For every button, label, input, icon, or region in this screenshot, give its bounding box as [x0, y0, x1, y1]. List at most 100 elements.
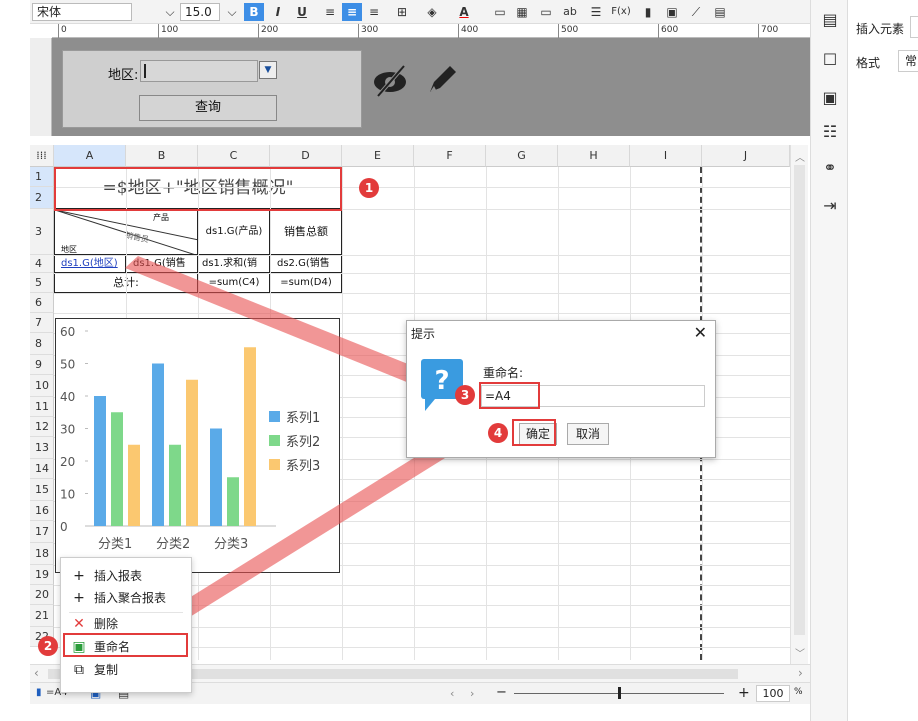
row-header-2[interactable]: 2 — [30, 187, 54, 209]
row-header-19[interactable]: 19 — [30, 565, 54, 585]
image-icon[interactable]: ▣ — [662, 3, 682, 21]
row-header-6[interactable]: 6 — [30, 293, 54, 313]
row-header-14[interactable]: 14 — [30, 459, 54, 479]
cell-a4[interactable]: ds1.G(地区) — [54, 255, 126, 273]
hyperlink-icon[interactable]: ⚭ — [820, 158, 840, 178]
col-header-j[interactable]: J — [702, 145, 790, 167]
scroll-up-icon[interactable]: ︿ — [795, 149, 805, 164]
chart-container[interactable]: 0 10 20 30 40 50 60 分类1 分类2 分类3 系列1 系列2 系列3 — [55, 318, 340, 573]
col-header-f[interactable]: F — [414, 145, 486, 167]
row-header-8[interactable]: 8 — [30, 333, 54, 355]
row-header-1[interactable]: 1 — [30, 167, 54, 187]
row-header-13[interactable]: 13 — [30, 437, 54, 459]
align-left-icon[interactable]: ≡ — [320, 3, 340, 21]
menu-item-insert-aggregate-report[interactable]: + 插入聚合报表 — [61, 588, 191, 609]
condition-icon[interactable]: ☷ — [820, 122, 840, 142]
scroll-down-icon[interactable]: ﹀ — [795, 645, 805, 660]
prev-page-icon[interactable]: ‹ — [450, 687, 454, 700]
row-header-16[interactable]: 16 — [30, 501, 54, 521]
chevron-down-icon[interactable]: ⌵ — [222, 3, 242, 21]
zoom-slider-thumb[interactable] — [618, 687, 621, 699]
cell-element-icon[interactable]: ▤ — [820, 10, 840, 30]
row-header-11[interactable]: 11 — [30, 397, 54, 417]
row-header-10[interactable]: 10 — [30, 375, 54, 397]
table-icon[interactable]: ▦ — [512, 3, 532, 21]
menu-item-delete[interactable]: ✕ 删除 — [61, 614, 191, 635]
select-all-corner[interactable]: ⁞⁞⁞ — [30, 145, 54, 167]
scroll-right-icon[interactable]: › — [798, 666, 803, 680]
cancel-button[interactable]: 取消 — [567, 423, 609, 445]
vertical-scrollbar[interactable]: ︿ ﹀ — [790, 145, 808, 664]
chevron-down-icon[interactable]: ⌵ — [160, 3, 180, 21]
col-header-i[interactable]: I — [630, 145, 702, 167]
legend-swatch — [269, 411, 280, 422]
col-header-h[interactable]: H — [558, 145, 630, 167]
cell-d5[interactable]: =sum(D4) — [270, 273, 342, 293]
row-header-9[interactable]: 9 — [30, 355, 54, 375]
menu-item-copy[interactable]: ⧉ 复制 — [61, 660, 191, 681]
close-icon[interactable]: ✕ — [694, 323, 707, 342]
vertical-scroll-thumb[interactable] — [794, 165, 805, 635]
col-header-c[interactable]: C — [198, 145, 270, 167]
cell-b4[interactable]: ds1.G(销售 — [126, 255, 198, 273]
format-select[interactable]: 常 — [898, 50, 918, 72]
row-header-4[interactable]: 4 — [30, 255, 54, 273]
align-center-icon[interactable]: ≡ — [342, 3, 362, 21]
row-header-18[interactable]: 18 — [30, 543, 54, 565]
cell-attribute-icon[interactable]: ☐ — [820, 50, 840, 70]
italic-button[interactable]: I — [268, 3, 288, 21]
list-icon[interactable]: ☰ — [586, 3, 606, 21]
export-icon[interactable]: ⇥ — [820, 196, 840, 216]
textbox-icon[interactable]: ▭ — [536, 3, 556, 21]
border-icon[interactable]: ⊞ — [392, 3, 412, 21]
zoom-out-icon[interactable]: − — [496, 685, 507, 700]
hide-eye-icon[interactable] — [370, 62, 410, 102]
area-combo-input[interactable] — [140, 60, 258, 82]
cell-c5[interactable]: =sum(C4) — [198, 273, 270, 293]
next-page-icon[interactable]: › — [470, 687, 474, 700]
bar-chart-icon[interactable]: ▮ — [638, 3, 658, 21]
underline-button[interactable]: U — [292, 3, 312, 21]
row-header-21[interactable]: 21 — [30, 605, 54, 627]
row-header-12[interactable]: 12 — [30, 417, 54, 437]
text-button[interactable]: ab — [558, 3, 582, 21]
col-header-d[interactable]: D — [270, 145, 342, 167]
cell-d4[interactable]: ds2.G(销售 — [270, 255, 342, 273]
font-color-button[interactable]: A — [454, 3, 474, 21]
grid-row-line — [54, 273, 790, 274]
row-header-20[interactable]: 20 — [30, 585, 54, 605]
insert-element-field[interactable] — [910, 16, 918, 38]
fill-color-icon[interactable]: ◈ — [422, 3, 442, 21]
dropdown-icon[interactable]: ▼ — [259, 61, 277, 79]
query-button[interactable]: 查询 — [139, 95, 277, 121]
row-header-7[interactable]: 7 — [30, 313, 54, 333]
line-icon[interactable]: ⟋ — [686, 3, 706, 21]
formula-button[interactable]: F(x) — [608, 3, 634, 21]
area-label: 地区: — [108, 68, 139, 83]
scroll-left-icon[interactable]: ‹ — [34, 666, 39, 680]
merge-cells-icon[interactable]: ▭ — [490, 3, 510, 21]
row-header-5[interactable]: 5 — [30, 273, 54, 293]
document-icon[interactable]: ▤ — [710, 3, 730, 21]
col-header-a[interactable]: A — [54, 145, 126, 167]
row-header-17[interactable]: 17 — [30, 521, 54, 543]
bold-button[interactable]: B — [244, 3, 264, 21]
col-header-b[interactable]: B — [126, 145, 198, 167]
align-right-icon[interactable]: ≡ — [364, 3, 384, 21]
cell-c3[interactable]: ds1.G(产品) — [198, 209, 270, 255]
cell-c4[interactable]: ds1.求和(销 — [198, 255, 270, 273]
menu-item-insert-report[interactable]: + 插入报表 — [61, 566, 191, 587]
row-header-3[interactable]: 3 — [30, 209, 54, 255]
row-header-15[interactable]: 15 — [30, 479, 54, 501]
zoom-in-icon[interactable]: + — [738, 685, 750, 701]
cell-d3[interactable]: 销售总额 — [270, 209, 342, 255]
edit-pencil-icon[interactable] — [424, 62, 460, 98]
font-size-select[interactable]: 15.0 — [180, 3, 220, 21]
zoom-input[interactable]: 100 — [756, 685, 790, 702]
widget-icon[interactable]: ▣ — [820, 88, 840, 108]
bar — [210, 428, 222, 526]
font-family-select[interactable]: 宋体 — [32, 3, 132, 21]
vertical-ruler — [30, 38, 52, 136]
col-header-g[interactable]: G — [486, 145, 558, 167]
col-header-e[interactable]: E — [342, 145, 414, 167]
